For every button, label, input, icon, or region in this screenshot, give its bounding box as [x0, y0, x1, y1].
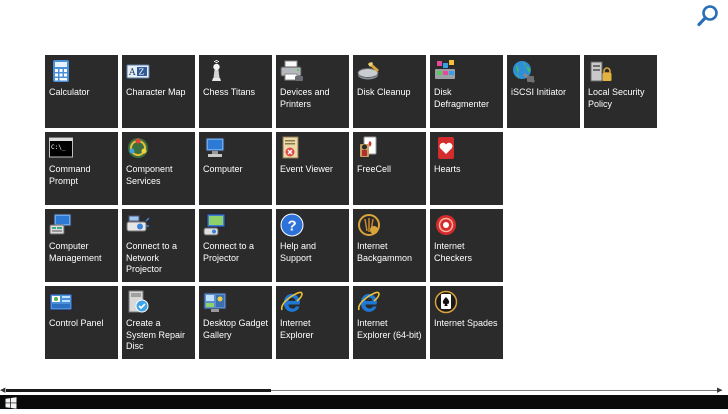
app-tile-disk-cleanup[interactable]: Disk Cleanup [353, 55, 426, 128]
spades-icon [434, 290, 458, 314]
app-tile-label: Connect to a Network Projector [126, 241, 178, 274]
app-tile-component-services[interactable]: Component Services [122, 132, 195, 205]
app-tile-computer[interactable]: Computer [199, 132, 272, 205]
event-viewer-icon [280, 136, 304, 160]
app-tile-event-viewer[interactable]: Event Viewer [276, 132, 349, 205]
app-tile-internet-backgammon[interactable]: Internet Backgammon [353, 209, 426, 282]
start-button[interactable] [5, 396, 17, 409]
svg-text:?: ? [288, 218, 297, 235]
app-tile-label: Internet Explorer (64-bit) [357, 318, 422, 340]
windows-start-icon [5, 397, 17, 409]
app-tile-label: Internet Backgammon [357, 241, 413, 263]
app-tile-internet-checkers[interactable]: Internet Checkers [430, 209, 503, 282]
app-tile-label: Connect to a Projector [203, 241, 255, 263]
security-policy-icon [588, 59, 612, 83]
checkers-icon [434, 213, 458, 237]
internet-explorer-icon [280, 290, 304, 314]
repair-disc-icon [126, 290, 150, 314]
app-tile-label: Disk Cleanup [357, 87, 411, 97]
app-tile-internet-explorer-64-bit[interactable]: Internet Explorer (64-bit) [353, 286, 426, 359]
projector-icon [203, 213, 227, 237]
app-tile-desktop-gadget-gallery[interactable]: Desktop Gadget Gallery [199, 286, 272, 359]
app-tile-label: Help and Support [280, 241, 317, 263]
app-tile-internet-explorer[interactable]: Internet Explorer [276, 286, 349, 359]
internet-explorer-64-icon [357, 290, 381, 314]
component-services-icon [126, 136, 150, 160]
app-tile-computer-management[interactable]: Computer Management [45, 209, 118, 282]
command-prompt-icon: C:\_ [49, 136, 73, 160]
app-tile-connect-to-a-projector[interactable]: Connect to a Projector [199, 209, 272, 282]
app-tile-label: Calculator [49, 87, 90, 97]
horizontal-scrollbar[interactable]: ◀ ▶ [0, 387, 722, 394]
printer-icon [280, 59, 304, 83]
search-icon [697, 5, 718, 27]
app-tile-label: Create a System Repair Disc [126, 318, 186, 351]
app-tile-label: Local Security Policy [588, 87, 645, 109]
computer-icon [203, 136, 227, 160]
scrollbar-thumb[interactable] [6, 389, 271, 392]
scroll-right-arrow[interactable]: ▶ [717, 387, 722, 394]
computer-management-icon [49, 213, 73, 237]
app-tile-freecell[interactable]: FreeCell [353, 132, 426, 205]
globe-icon [511, 59, 535, 83]
app-tile-label: Desktop Gadget Gallery [203, 318, 269, 340]
app-tile-calculator[interactable]: Calculator [45, 55, 118, 128]
app-tile-create-a-system-repair-disc[interactable]: Create a System Repair Disc [122, 286, 195, 359]
app-tile-connect-to-a-network-projector[interactable]: Connect to a Network Projector [122, 209, 195, 282]
disk-cleanup-icon [357, 59, 381, 83]
app-tile-label: Devices and Printers [280, 87, 330, 109]
app-tile-label: Event Viewer [280, 164, 333, 174]
app-tile-label: Computer Management [49, 241, 102, 263]
app-tile-control-panel[interactable]: Control Panel [45, 286, 118, 359]
app-tile-local-security-policy[interactable]: Local Security Policy [584, 55, 657, 128]
svg-text:C:\_: C:\_ [51, 144, 66, 151]
hearts-icon [434, 136, 458, 160]
taskbar [0, 395, 728, 409]
app-tile-label: Control Panel [49, 318, 104, 328]
app-tile-label: Character Map [126, 87, 186, 97]
svg-text:Z: Z [139, 68, 145, 77]
app-tile-label: FreeCell [357, 164, 392, 174]
app-tile-chess-titans[interactable]: Chess Titans [199, 55, 272, 128]
app-tile-label: Internet Spades [434, 318, 498, 328]
app-tile-help-and-support[interactable]: ? Help and Support [276, 209, 349, 282]
network-projector-icon [126, 213, 150, 237]
app-tile-character-map[interactable]: A Z Character Map [122, 55, 195, 128]
app-tile-internet-spades[interactable]: Internet Spades [430, 286, 503, 359]
app-tile-label: Internet Explorer [280, 318, 314, 340]
character-map-icon: AZ [126, 59, 150, 83]
app-tile-hearts[interactable]: Hearts [430, 132, 503, 205]
app-tile-label: iSCSI Initiator [511, 87, 567, 97]
app-tile-iscsi-initiator[interactable]: iSCSI Initiator [507, 55, 580, 128]
app-tile-label: Chess Titans [203, 87, 256, 97]
app-tile-label: Component Services [126, 164, 173, 186]
gadget-gallery-icon [203, 290, 227, 314]
freecell-icon [357, 136, 381, 160]
scroll-left-arrow[interactable]: ◀ [0, 387, 5, 394]
help-icon: ? [280, 213, 304, 237]
defrag-icon [434, 59, 458, 83]
app-tile-label: Command Prompt [49, 164, 91, 186]
svg-text:A: A [128, 68, 136, 78]
app-tile-disk-defragmenter[interactable]: Disk Defragmenter [430, 55, 503, 128]
calculator-icon [49, 59, 73, 83]
search-button[interactable] [696, 4, 720, 28]
backgammon-icon [357, 213, 381, 237]
chess-icon [203, 59, 227, 83]
app-tile-label: Internet Checkers [434, 241, 473, 263]
app-tile-label: Hearts [434, 164, 461, 174]
app-tile-command-prompt[interactable]: C:\_ Command Prompt [45, 132, 118, 205]
app-tile-label: Disk Defragmenter [434, 87, 490, 109]
app-tile-devices-and-printers[interactable]: Devices and Printers [276, 55, 349, 128]
app-tile-label: Computer [203, 164, 243, 174]
control-panel-icon [49, 290, 73, 314]
